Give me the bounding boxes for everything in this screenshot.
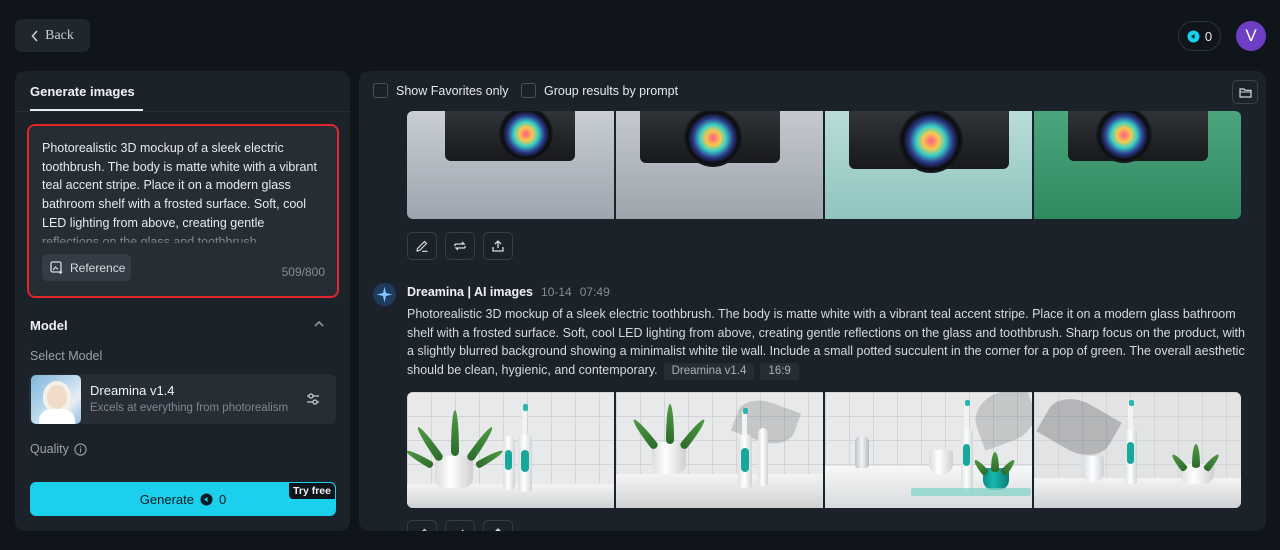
generate-panel: Generate images Photorealistic 3D mockup… <box>15 71 350 531</box>
prompt-input-box[interactable]: Photorealistic 3D mockup of a sleek elec… <box>27 124 339 298</box>
model-selector[interactable]: Dreamina v1.4 Excels at everything from … <box>29 374 336 424</box>
avatar-letter: V <box>1245 26 1257 45</box>
folder-button[interactable] <box>1232 80 1258 104</box>
model-tag[interactable]: Dreamina v1.4 <box>663 363 755 381</box>
model-name: Dreamina v1.4 <box>90 383 175 398</box>
credit-coin-icon <box>1187 30 1200 42</box>
group-results-checkbox[interactable] <box>521 83 536 98</box>
message-header: Dreamina | AI images 10-14 07:49 <box>407 285 610 299</box>
dreamina-logo-icon <box>376 286 393 303</box>
group-results-toggle[interactable]: Group results by prompt <box>521 83 678 98</box>
edit-button[interactable] <box>407 520 437 531</box>
results-toolbar: Show Favorites only Group results by pro… <box>359 71 1266 111</box>
message-time: 07:49 <box>579 285 610 299</box>
message-prompt: Photorealistic 3D mockup of a sleek elec… <box>407 305 1245 381</box>
show-favorites-toggle[interactable]: Show Favorites only <box>373 83 509 98</box>
edit-pencil-icon <box>416 240 428 252</box>
info-icon[interactable] <box>74 442 87 456</box>
toothbrush-image-row <box>407 392 1241 508</box>
generate-cost: 0 <box>218 491 227 507</box>
result-image[interactable] <box>616 111 823 219</box>
chevron-left-icon <box>31 29 38 42</box>
regenerate-button[interactable] <box>445 520 475 531</box>
upload-icon <box>492 240 504 252</box>
regenerate-button[interactable] <box>445 232 475 260</box>
generate-label: Generate <box>139 491 194 507</box>
toothbrush-actions <box>407 520 513 531</box>
back-button[interactable]: Back <box>15 19 90 52</box>
tab-divider <box>15 111 350 112</box>
message-prompt-text[interactable]: Photorealistic 3D mockup of a sleek elec… <box>407 307 1245 377</box>
back-label: Back <box>45 27 74 43</box>
quality-label-row: Quality <box>30 442 87 456</box>
result-image[interactable] <box>407 392 614 508</box>
reference-button[interactable]: Reference <box>42 254 131 281</box>
select-model-label: Select Model <box>30 349 103 363</box>
credits-badge[interactable]: 0 <box>1178 21 1221 51</box>
upload-button[interactable] <box>483 520 513 531</box>
folder-icon <box>1238 87 1252 98</box>
results-panel: Show Favorites only Group results by pro… <box>359 71 1266 531</box>
model-section-title: Model <box>30 318 68 333</box>
edit-button[interactable] <box>407 232 437 260</box>
result-image[interactable] <box>825 111 1032 219</box>
credit-coin-icon <box>200 493 213 505</box>
model-description: Excels at everything from photorealism <box>90 402 289 414</box>
result-image[interactable] <box>1034 392 1241 508</box>
model-thumbnail <box>31 375 81 424</box>
group-results-label: Group results by prompt <box>544 83 679 98</box>
reference-image-icon <box>50 260 63 274</box>
reference-label: Reference <box>70 260 126 275</box>
chevron-up-icon[interactable] <box>313 319 325 329</box>
dreamina-logo <box>373 283 396 306</box>
result-image[interactable] <box>407 111 614 219</box>
result-image[interactable] <box>825 392 1032 508</box>
message-date: 10-14 <box>541 285 572 299</box>
message-author: Dreamina | AI images <box>407 285 534 299</box>
tab-generate-images[interactable]: Generate images <box>30 84 135 99</box>
camera-actions <box>407 232 513 260</box>
show-favorites-label: Show Favorites only <box>396 83 509 98</box>
try-free-badge: Try free <box>288 482 336 500</box>
sliders-icon[interactable] <box>305 391 321 407</box>
result-image[interactable] <box>616 392 823 508</box>
char-count: 509/800 <box>281 265 325 279</box>
result-image[interactable] <box>1034 111 1241 219</box>
generate-button[interactable]: Generate 0 Try free <box>30 482 336 516</box>
quality-label: Quality <box>30 442 69 456</box>
regenerate-icon <box>461 529 464 531</box>
show-favorites-checkbox[interactable] <box>373 83 388 98</box>
camera-image-row <box>407 111 1241 219</box>
ratio-tag[interactable]: 16:9 <box>760 363 799 381</box>
upload-icon <box>495 528 501 531</box>
edit-pencil-icon <box>422 528 427 531</box>
user-avatar[interactable]: V <box>1236 21 1266 51</box>
prompt-fade <box>29 228 337 250</box>
credits-count: 0 <box>1204 28 1213 44</box>
regenerate-icon <box>454 241 466 251</box>
upload-button[interactable] <box>483 232 513 260</box>
